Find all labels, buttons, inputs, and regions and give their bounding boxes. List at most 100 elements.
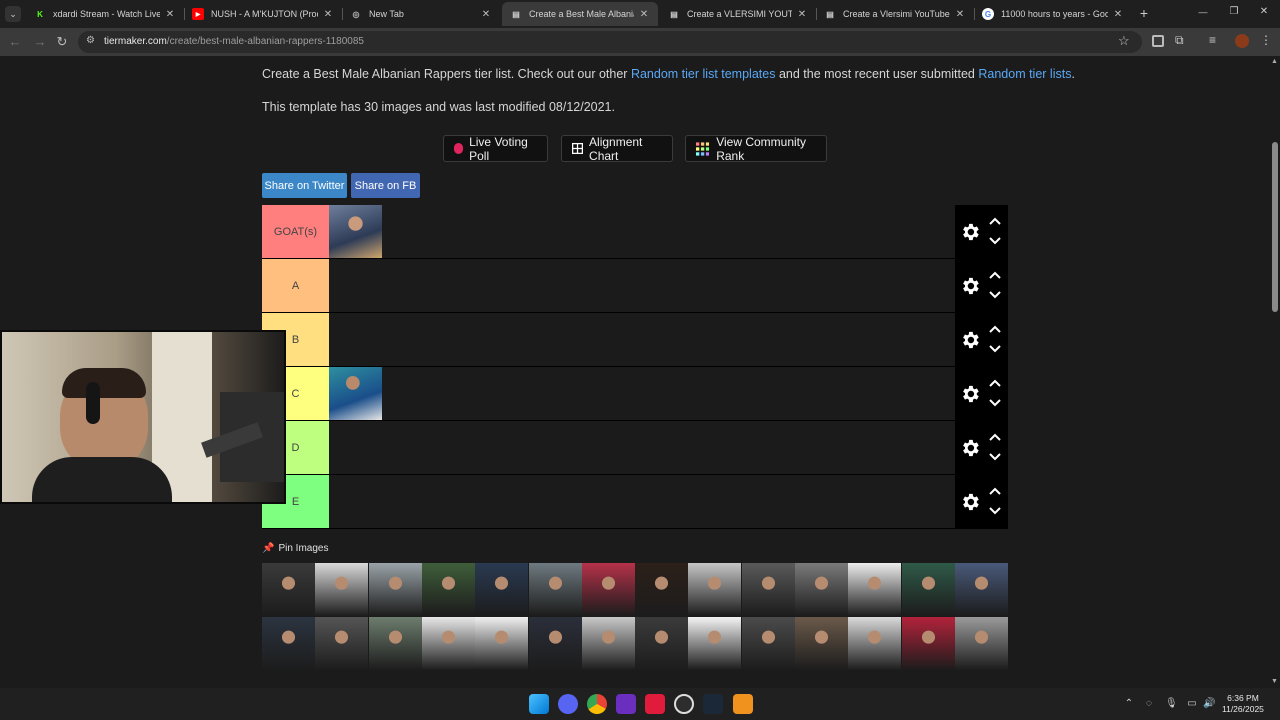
- chevron-down-icon[interactable]: [989, 398, 1001, 408]
- pool-image[interactable]: [475, 617, 529, 670]
- close-icon[interactable]: ✕: [1112, 9, 1124, 20]
- chevron-up-icon[interactable]: [989, 324, 1001, 334]
- page-scrollbar[interactable]: ▲ ▼: [1270, 56, 1280, 688]
- bookmark-star-icon[interactable]: ☆: [1118, 33, 1130, 49]
- back-arrow-icon[interactable]: ←: [7, 34, 23, 50]
- tier-drop-zone[interactable]: [329, 313, 955, 366]
- pool-image[interactable]: [581, 617, 635, 670]
- tier-label[interactable]: GOAT(s): [262, 205, 329, 258]
- pool-image[interactable]: [848, 617, 902, 670]
- pin-images-header[interactable]: 📌 Pin Images: [262, 543, 328, 554]
- display-icon[interactable]: ▭: [1186, 698, 1198, 710]
- forward-arrow-icon[interactable]: →: [32, 34, 48, 50]
- extension-icon[interactable]: [1152, 35, 1164, 47]
- site-info-icon[interactable]: ⚙: [86, 35, 95, 46]
- tab-tiermaker-youtuberave[interactable]: ▤ Create a Vlersimi YouTube'rave ✕: [816, 2, 974, 26]
- pool-image[interactable]: [635, 617, 689, 670]
- gear-icon[interactable]: [959, 221, 981, 243]
- share-fb-button[interactable]: Share on FB: [351, 173, 420, 198]
- menu-kebab-icon[interactable]: ⋮: [1260, 33, 1272, 47]
- pool-image[interactable]: [528, 617, 582, 670]
- tab-search-button[interactable]: ⌄: [5, 6, 21, 22]
- new-tab-button[interactable]: +: [1136, 5, 1152, 21]
- pool-image[interactable]: [581, 563, 635, 616]
- pool-image[interactable]: [421, 617, 475, 670]
- taskbar-clock[interactable]: 6:36 PM 11/26/2025: [1222, 693, 1264, 715]
- microphone-icon[interactable]: 🎙: [1165, 698, 1178, 710]
- gear-icon[interactable]: [959, 383, 981, 405]
- volume-icon[interactable]: 🔊: [1203, 698, 1215, 710]
- tier-drop-zone[interactable]: [329, 367, 955, 420]
- network-icon[interactable]: ◌: [1143, 698, 1155, 710]
- tab-youtube-nush[interactable]: ▶ NUSH - A M'KUJTON (Prod Cri ✕: [184, 2, 342, 26]
- pool-image[interactable]: [688, 617, 742, 670]
- pool-image[interactable]: [901, 617, 955, 670]
- close-icon[interactable]: ✕: [322, 9, 334, 20]
- tab-google-search[interactable]: G 11000 hours to years - Google ✕: [974, 2, 1132, 26]
- rapper-image[interactable]: [329, 367, 382, 420]
- chevron-down-icon[interactable]: [989, 290, 1001, 300]
- pool-image[interactable]: [528, 563, 582, 616]
- pool-image[interactable]: [262, 617, 315, 670]
- pool-image[interactable]: [954, 563, 1008, 616]
- pool-image[interactable]: [315, 617, 369, 670]
- pool-image[interactable]: [795, 617, 848, 670]
- tab-tiermaker-active[interactable]: ▤ Create a Best Male Albanian Ra ✕: [502, 2, 658, 26]
- chevron-down-icon[interactable]: [989, 506, 1001, 516]
- address-bar[interactable]: ⚙ tiermaker.com/create/best-male-albania…: [78, 31, 1142, 53]
- steam-icon[interactable]: [703, 694, 723, 714]
- live-voting-poll-button[interactable]: Live Voting Poll: [443, 135, 548, 163]
- xsplit-icon[interactable]: [645, 694, 665, 714]
- pool-image[interactable]: [262, 563, 315, 616]
- tier-label[interactable]: A: [262, 259, 329, 312]
- pool-image[interactable]: [954, 617, 1008, 670]
- gear-icon[interactable]: [959, 437, 981, 459]
- reload-icon[interactable]: ↻: [54, 34, 70, 50]
- pool-image[interactable]: [688, 563, 742, 616]
- chevron-up-icon[interactable]: [989, 432, 1001, 442]
- tier-drop-zone[interactable]: [329, 259, 955, 312]
- view-community-rank-button[interactable]: View Community Rank: [685, 135, 827, 163]
- obs-icon[interactable]: [674, 694, 694, 714]
- pool-image[interactable]: [368, 563, 422, 616]
- tier-drop-zone[interactable]: [329, 421, 955, 474]
- chevron-down-icon[interactable]: [989, 236, 1001, 246]
- pool-image[interactable]: [315, 563, 369, 616]
- chevron-up-icon[interactable]: [989, 486, 1001, 496]
- close-window-button[interactable]: ✕: [1257, 6, 1271, 17]
- tier-drop-zone[interactable]: [329, 475, 955, 528]
- gear-icon[interactable]: [959, 329, 981, 351]
- random-tier-lists-link[interactable]: Random tier lists: [978, 67, 1071, 81]
- close-icon[interactable]: ✕: [164, 9, 176, 20]
- chrome-taskbar-icon[interactable]: [587, 694, 607, 714]
- chevron-up-icon[interactable]: [989, 216, 1001, 226]
- windows-start-icon[interactable]: [529, 694, 549, 714]
- alignment-chart-button[interactable]: Alignment Chart: [561, 135, 673, 163]
- pool-image[interactable]: [741, 563, 795, 616]
- close-icon[interactable]: ✕: [796, 9, 808, 20]
- tier-drop-zone[interactable]: [329, 205, 955, 258]
- next-app-icon[interactable]: [616, 694, 636, 714]
- app-icon[interactable]: [733, 694, 753, 714]
- tab-tiermaker-vlersimi[interactable]: ▤ Create a VLERSIMI YOUTUBER ✕: [660, 2, 816, 26]
- pool-image[interactable]: [635, 563, 689, 616]
- pool-image[interactable]: [741, 617, 795, 670]
- chevron-up-icon[interactable]: [989, 270, 1001, 280]
- close-icon[interactable]: ✕: [954, 9, 966, 20]
- close-icon[interactable]: ✕: [638, 9, 650, 20]
- tab-kick-stream[interactable]: K xdardi Stream - Watch Live on ✕: [26, 2, 184, 26]
- restore-button[interactable]: ❐: [1227, 6, 1241, 17]
- scrollbar-thumb[interactable]: [1272, 142, 1278, 312]
- gear-icon[interactable]: [959, 491, 981, 513]
- tab-new-tab[interactable]: ◎ New Tab ✕: [342, 2, 500, 26]
- discord-icon[interactable]: [558, 694, 578, 714]
- media-control-icon[interactable]: ≡: [1209, 33, 1216, 47]
- extensions-puzzle-icon[interactable]: ⧉: [1175, 33, 1184, 48]
- share-twitter-button[interactable]: Share on Twitter: [262, 173, 347, 198]
- chevron-down-icon[interactable]: [989, 452, 1001, 462]
- chevron-up-icon[interactable]: [989, 378, 1001, 388]
- profile-avatar[interactable]: [1235, 34, 1249, 48]
- rapper-image[interactable]: [329, 205, 382, 258]
- random-templates-link[interactable]: Random tier list templates: [631, 67, 776, 81]
- gear-icon[interactable]: [959, 275, 981, 297]
